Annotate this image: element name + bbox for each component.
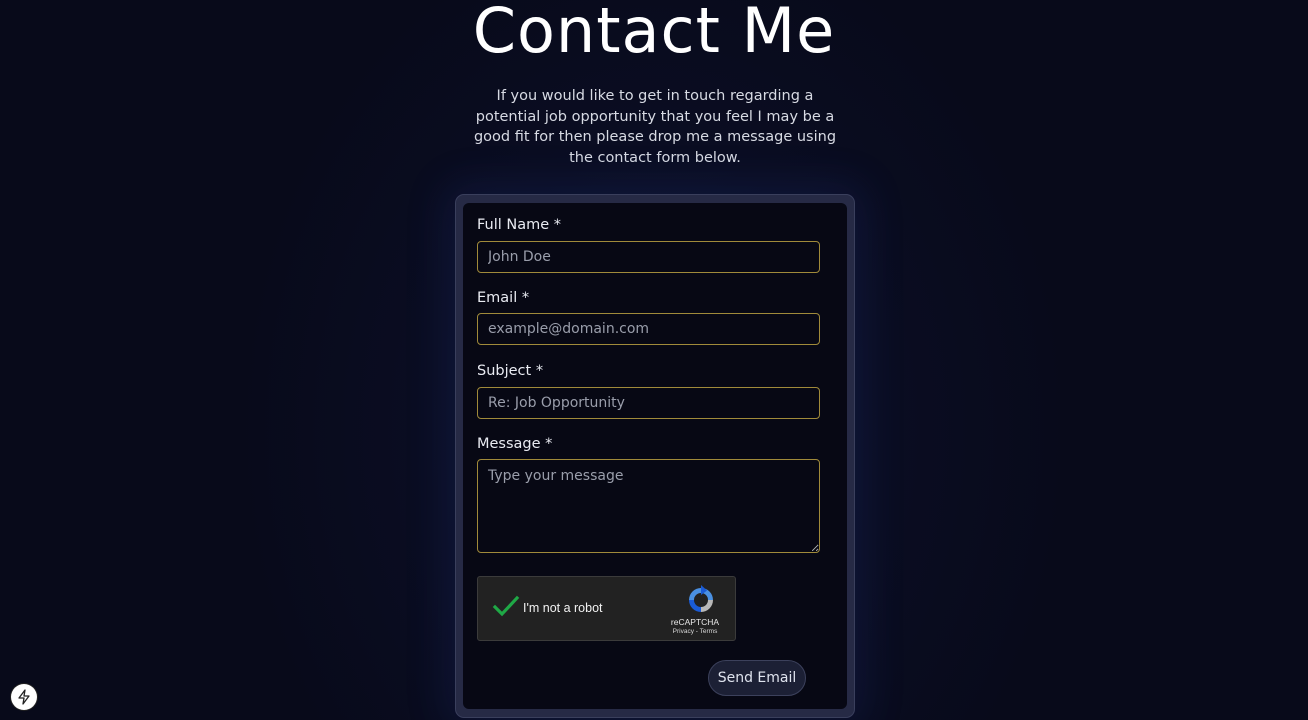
recaptcha-terms-link[interactable]: Terms bbox=[700, 628, 718, 635]
recaptcha-label: I'm not a robot bbox=[523, 601, 603, 615]
recaptcha-privacy-link[interactable]: Privacy bbox=[673, 628, 694, 635]
subject-input[interactable] bbox=[477, 387, 820, 419]
recaptcha-brand: reCAPTCHA bbox=[670, 617, 720, 627]
recaptcha-links: Privacy - Terms bbox=[663, 628, 727, 635]
send-email-button[interactable]: Send Email bbox=[708, 660, 806, 696]
page-title: Contact Me bbox=[472, 0, 836, 67]
email-input[interactable] bbox=[477, 313, 820, 345]
subject-label: Subject * bbox=[477, 363, 544, 379]
page-subtitle: If you would like to get in touch regard… bbox=[473, 88, 837, 166]
message-textarea[interactable] bbox=[477, 459, 820, 553]
dev-tools-badge[interactable] bbox=[11, 684, 37, 710]
lightning-icon bbox=[18, 689, 30, 705]
full-name-label: Full Name * bbox=[477, 217, 562, 233]
recaptcha-checkbox[interactable] bbox=[492, 595, 520, 619]
full-name-input[interactable] bbox=[477, 241, 820, 273]
recaptcha-link-separator: - bbox=[695, 628, 698, 635]
message-label: Message * bbox=[477, 436, 553, 452]
recaptcha-widget: I'm not a robot reCAPTCHA Privacy - Term… bbox=[477, 576, 736, 641]
contact-page: Contact Me If you would like to get in t… bbox=[0, 0, 1308, 720]
checkmark-icon bbox=[492, 595, 520, 617]
email-label: Email * bbox=[477, 290, 530, 306]
recaptcha-logo-icon bbox=[686, 585, 716, 615]
